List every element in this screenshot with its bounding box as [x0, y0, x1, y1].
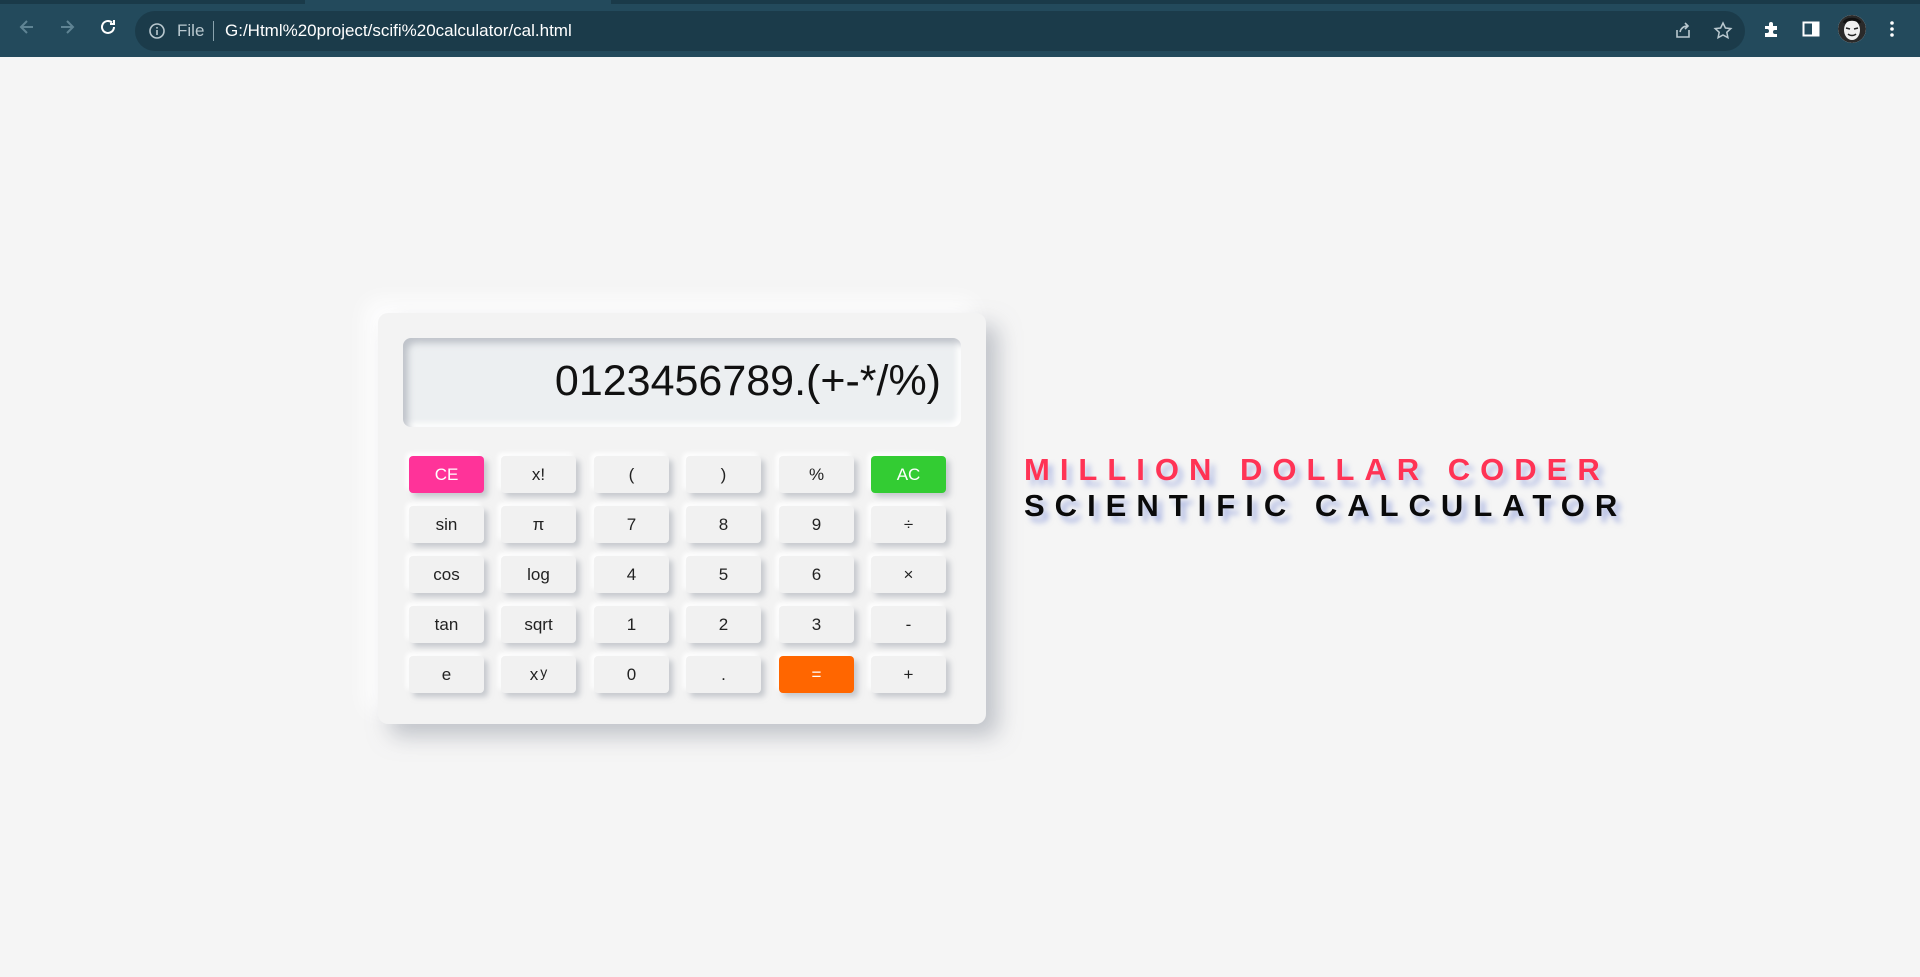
- key-pi[interactable]: π: [501, 506, 576, 543]
- arrow-left-icon: [19, 20, 33, 34]
- key-sin[interactable]: sin: [409, 506, 484, 543]
- extensions-button[interactable]: [1760, 17, 1784, 41]
- key-multiply[interactable]: ×: [871, 556, 946, 593]
- key-6[interactable]: 6: [779, 556, 854, 593]
- key-decimal[interactable]: .: [686, 656, 761, 693]
- key-all-clear[interactable]: AC: [871, 456, 946, 493]
- key-9[interactable]: 9: [779, 506, 854, 543]
- key-factorial[interactable]: x!: [501, 456, 576, 493]
- heading-brand: MILLION DOLLAR CODER: [1024, 452, 1610, 487]
- tab-strip: [0, 0, 1920, 4]
- key-add[interactable]: +: [871, 656, 946, 693]
- key-clear-entry[interactable]: CE: [409, 456, 484, 493]
- key-percent[interactable]: %: [779, 456, 854, 493]
- kebab-menu-icon: [1890, 21, 1894, 37]
- display-value: 0123456789.(+-*/%): [554, 357, 941, 405]
- key-sqrt[interactable]: sqrt: [501, 606, 576, 643]
- key-divide[interactable]: ÷: [871, 506, 946, 543]
- back-button[interactable]: [15, 15, 39, 39]
- info-icon[interactable]: [148, 22, 166, 40]
- calculator: 0123456789.(+-*/%) CE x! ( ) % AC sin π …: [378, 313, 986, 724]
- page-heading: MILLION DOLLAR CODER SCIENTIFIC CALCULAT…: [1024, 452, 1627, 524]
- url-text[interactable]: G:/Html%20project/scifi%20calculator/cal…: [225, 21, 572, 41]
- share-button[interactable]: [1672, 20, 1694, 42]
- key-subtract[interactable]: -: [871, 606, 946, 643]
- key-1[interactable]: 1: [594, 606, 669, 643]
- key-euler[interactable]: e: [409, 656, 484, 693]
- power-exponent-label: y: [540, 663, 548, 680]
- key-log[interactable]: log: [501, 556, 576, 593]
- heading-title: SCIENTIFIC CALCULATOR: [1024, 488, 1628, 523]
- reload-icon: [101, 19, 115, 34]
- key-7[interactable]: 7: [594, 506, 669, 543]
- key-4[interactable]: 4: [594, 556, 669, 593]
- key-equals[interactable]: =: [779, 656, 854, 693]
- key-8[interactable]: 8: [686, 506, 761, 543]
- scheme-label: File: [177, 21, 205, 40]
- forward-button[interactable]: [55, 15, 79, 39]
- power-base-label: x: [529, 664, 539, 684]
- browser-menu-button[interactable]: [1880, 17, 1904, 41]
- address-bar[interactable]: File G:/Html%20project/scifi%20calculato…: [135, 11, 1745, 51]
- key-5[interactable]: 5: [686, 556, 761, 593]
- browser-toolbar: File G:/Html%20project/scifi%20calculato…: [0, 0, 1920, 57]
- key-open-paren[interactable]: (: [594, 456, 669, 493]
- active-tab[interactable]: [305, 0, 611, 4]
- side-panel-button[interactable]: [1799, 17, 1823, 41]
- profile-mask-icon: [1838, 15, 1866, 43]
- key-3[interactable]: 3: [779, 606, 854, 643]
- key-cos[interactable]: cos: [409, 556, 484, 593]
- bookmark-button[interactable]: [1712, 20, 1734, 42]
- address-separator: [213, 21, 214, 41]
- reload-button[interactable]: [96, 15, 120, 39]
- key-power[interactable]: xy: [501, 656, 576, 693]
- side-panel-icon: [1802, 21, 1820, 37]
- key-tan[interactable]: tan: [409, 606, 484, 643]
- calculator-display: 0123456789.(+-*/%): [403, 338, 961, 427]
- key-2[interactable]: 2: [686, 606, 761, 643]
- key-0[interactable]: 0: [594, 656, 669, 693]
- arrow-right-icon: [61, 20, 75, 34]
- puzzle-icon: [1765, 22, 1777, 37]
- avatar[interactable]: [1838, 15, 1866, 43]
- share-icon: [1676, 22, 1690, 38]
- key-close-paren[interactable]: ): [686, 456, 761, 493]
- star-icon: [1713, 21, 1733, 40]
